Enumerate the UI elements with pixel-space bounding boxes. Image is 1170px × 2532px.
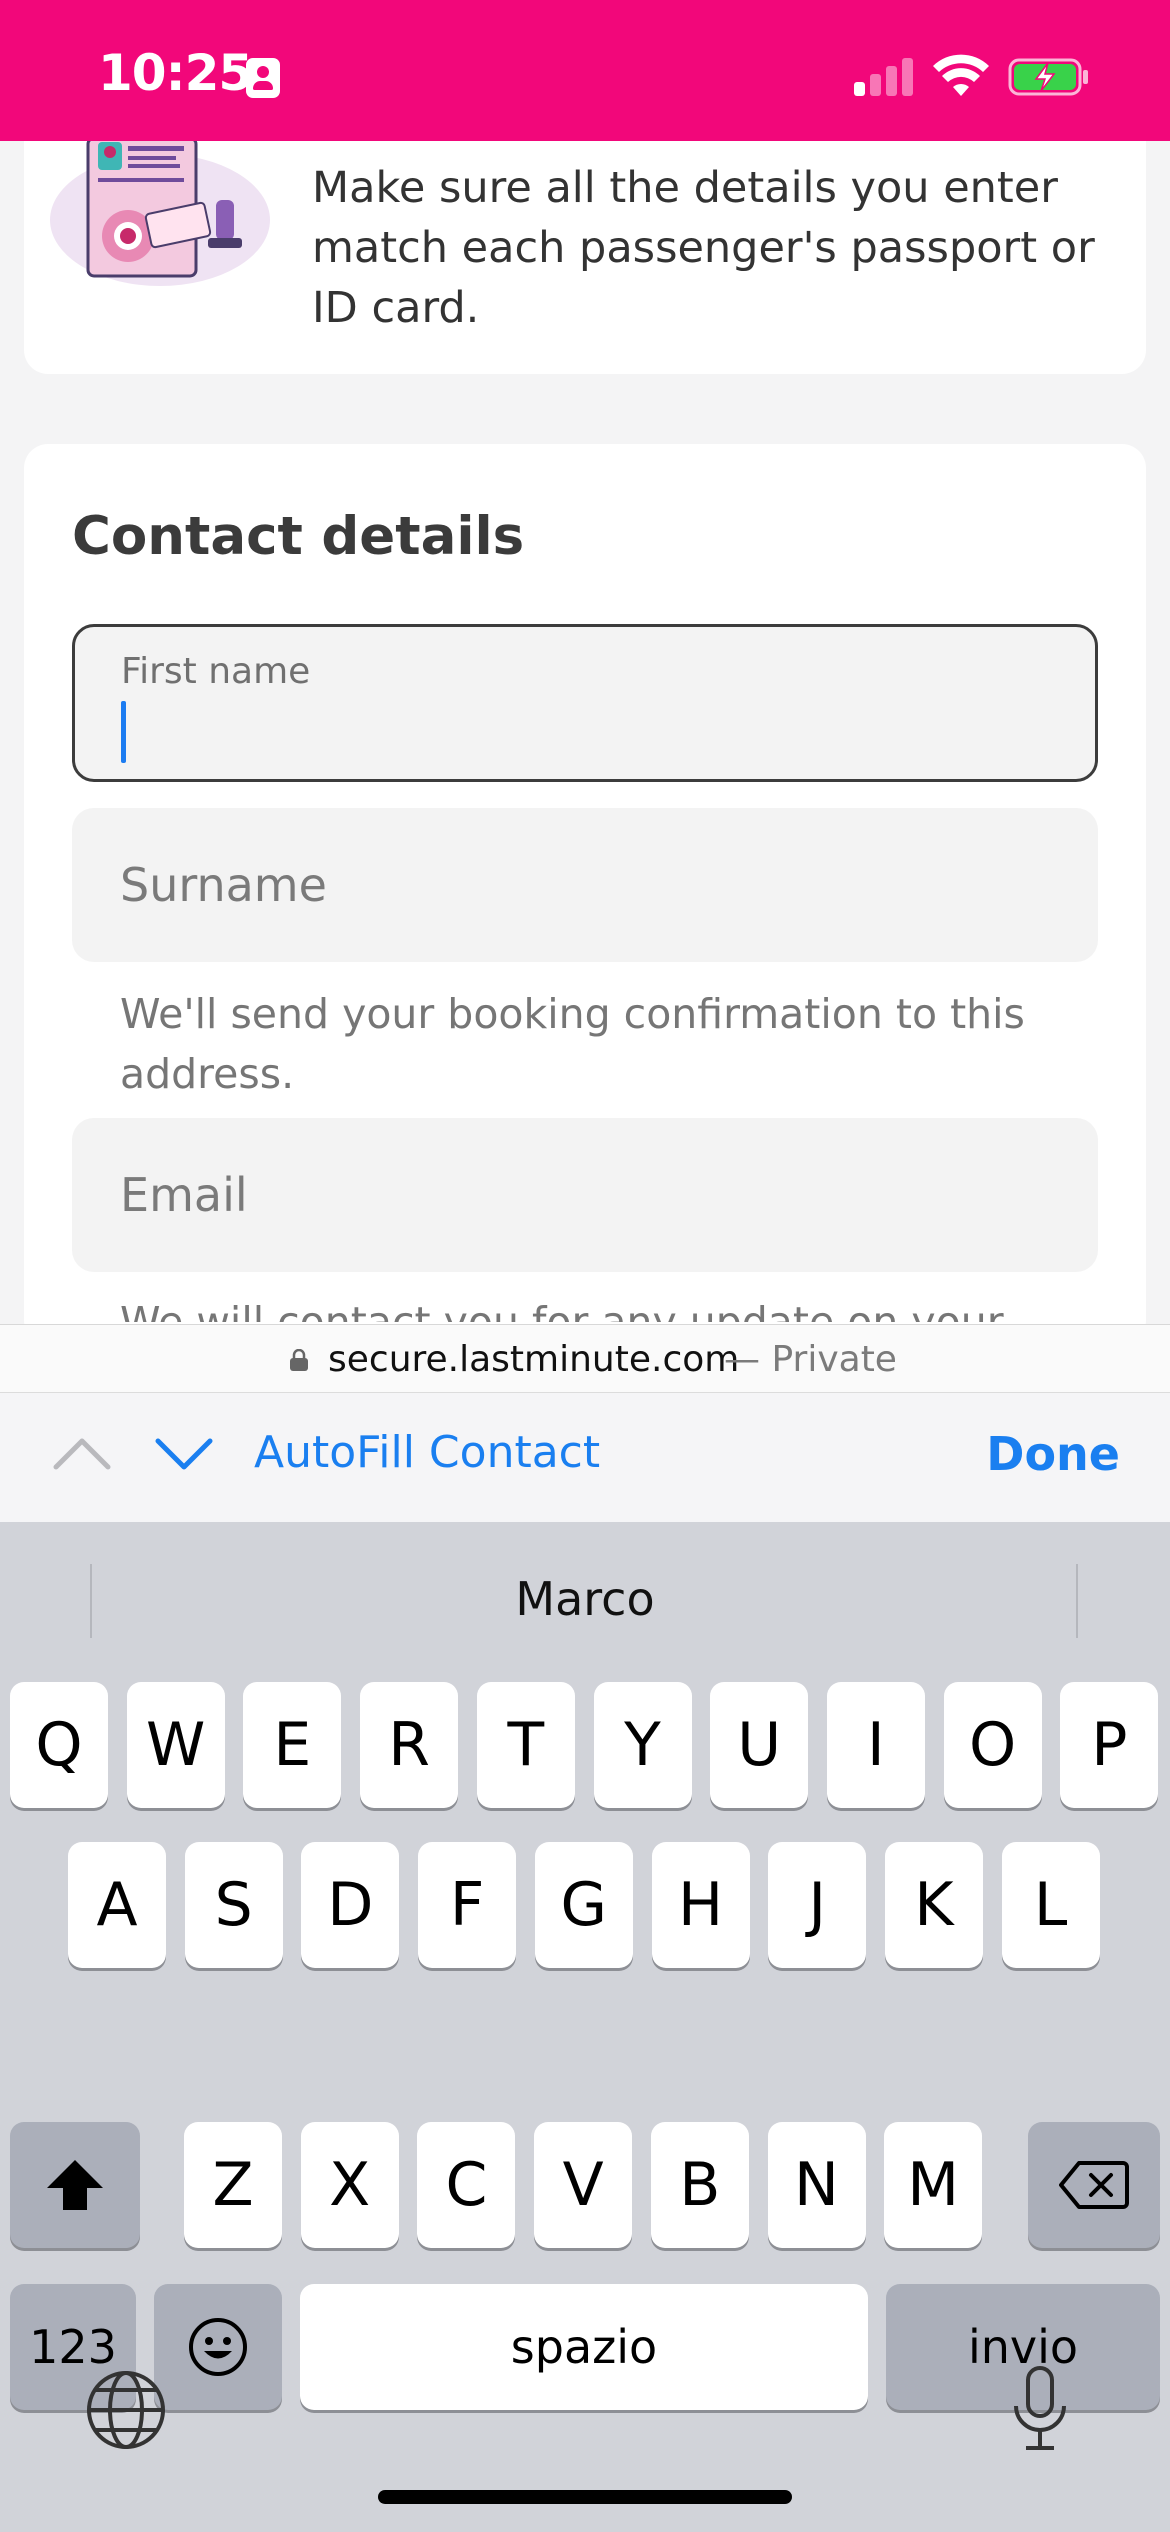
surname-field[interactable]: Surname bbox=[72, 808, 1098, 962]
first-name-field[interactable]: First name bbox=[72, 624, 1098, 782]
section-title: Contact details bbox=[72, 506, 525, 567]
passport-notice-text: Make sure all the details you enter matc… bbox=[312, 163, 1095, 333]
keyboard: Marco QWERTYUIOP ASDFGHJKL ZXCVBNM 123 s… bbox=[0, 1522, 1170, 2532]
home-indicator bbox=[378, 2490, 792, 2504]
key-g[interactable]: G bbox=[534, 1842, 633, 1968]
battery-charging-icon bbox=[1008, 58, 1088, 96]
key-m[interactable]: M bbox=[884, 2122, 983, 2248]
key-r[interactable]: R bbox=[360, 1682, 459, 1808]
first-name-label: First name bbox=[121, 651, 311, 692]
emoji-key[interactable] bbox=[154, 2284, 282, 2410]
key-v[interactable]: V bbox=[534, 2122, 633, 2248]
suggestion-divider bbox=[1076, 1564, 1078, 1638]
delete-key[interactable] bbox=[1028, 2122, 1160, 2248]
next-field-chevron-down-icon[interactable] bbox=[154, 1433, 214, 1473]
status-bar: 10:25 bbox=[0, 0, 1170, 141]
url-domain: secure.lastminute.com bbox=[328, 1339, 740, 1380]
suggestion-item[interactable]: Marco bbox=[0, 1572, 1170, 1626]
email-field[interactable]: Email bbox=[72, 1118, 1098, 1272]
private-label: — Private bbox=[724, 1339, 897, 1380]
text-cursor bbox=[121, 701, 126, 763]
key-e[interactable]: E bbox=[243, 1682, 342, 1808]
key-c[interactable]: C bbox=[417, 2122, 516, 2248]
key-h[interactable]: H bbox=[651, 1842, 750, 1968]
key-q[interactable]: Q bbox=[10, 1682, 108, 1808]
shift-arrow-icon bbox=[47, 2160, 103, 2210]
email-helper-text: We'll send your booking confirmation to … bbox=[120, 990, 1025, 1098]
key-b[interactable]: B bbox=[650, 2122, 749, 2248]
key-k[interactable]: K bbox=[884, 1842, 983, 1968]
space-key[interactable]: spazio bbox=[300, 2284, 868, 2410]
surname-placeholder: Surname bbox=[120, 858, 327, 912]
backspace-icon bbox=[1059, 2161, 1129, 2209]
wifi-icon bbox=[933, 54, 989, 96]
key-y[interactable]: Y bbox=[593, 1682, 692, 1808]
key-o[interactable]: O bbox=[943, 1682, 1042, 1808]
previous-field-chevron-up-icon[interactable] bbox=[52, 1433, 112, 1473]
key-u[interactable]: U bbox=[710, 1682, 809, 1808]
lock-icon bbox=[290, 1349, 308, 1371]
key-d[interactable]: D bbox=[301, 1842, 400, 1968]
key-i[interactable]: I bbox=[826, 1682, 925, 1808]
emoji-icon bbox=[189, 2318, 247, 2376]
key-z[interactable]: Z bbox=[184, 2122, 282, 2248]
key-s[interactable]: S bbox=[184, 1842, 283, 1968]
done-button[interactable]: Done bbox=[986, 1427, 1120, 1481]
key-l[interactable]: L bbox=[1001, 1842, 1100, 1968]
update-helper-text: We will contact you for any update on yo… bbox=[120, 1298, 1004, 1322]
passport-illustration-icon bbox=[50, 138, 270, 286]
shift-key[interactable] bbox=[10, 2122, 140, 2248]
microphone-icon[interactable] bbox=[1008, 2364, 1072, 2456]
key-p[interactable]: P bbox=[1060, 1682, 1159, 1808]
globe-icon[interactable] bbox=[84, 2368, 168, 2452]
autofill-contact-button[interactable]: AutoFill Contact bbox=[254, 1427, 600, 1478]
form-accessory-bar: AutoFill Contact Done bbox=[0, 1392, 1170, 1522]
contact-card-icon bbox=[246, 58, 280, 98]
key-a[interactable]: A bbox=[68, 1842, 166, 1968]
key-n[interactable]: N bbox=[767, 2122, 866, 2248]
cellular-signal-icon bbox=[852, 56, 914, 96]
email-placeholder: Email bbox=[120, 1168, 248, 1222]
status-time: 10:25 bbox=[98, 44, 253, 102]
key-x[interactable]: X bbox=[300, 2122, 399, 2248]
key-t[interactable]: T bbox=[476, 1682, 575, 1808]
key-f[interactable]: F bbox=[418, 1842, 517, 1968]
url-bar[interactable]: secure.lastminute.com — Private bbox=[0, 1324, 1170, 1392]
key-w[interactable]: W bbox=[126, 1682, 225, 1808]
key-j[interactable]: J bbox=[768, 1842, 867, 1968]
suggestion-bar: Marco bbox=[0, 1522, 1170, 1666]
